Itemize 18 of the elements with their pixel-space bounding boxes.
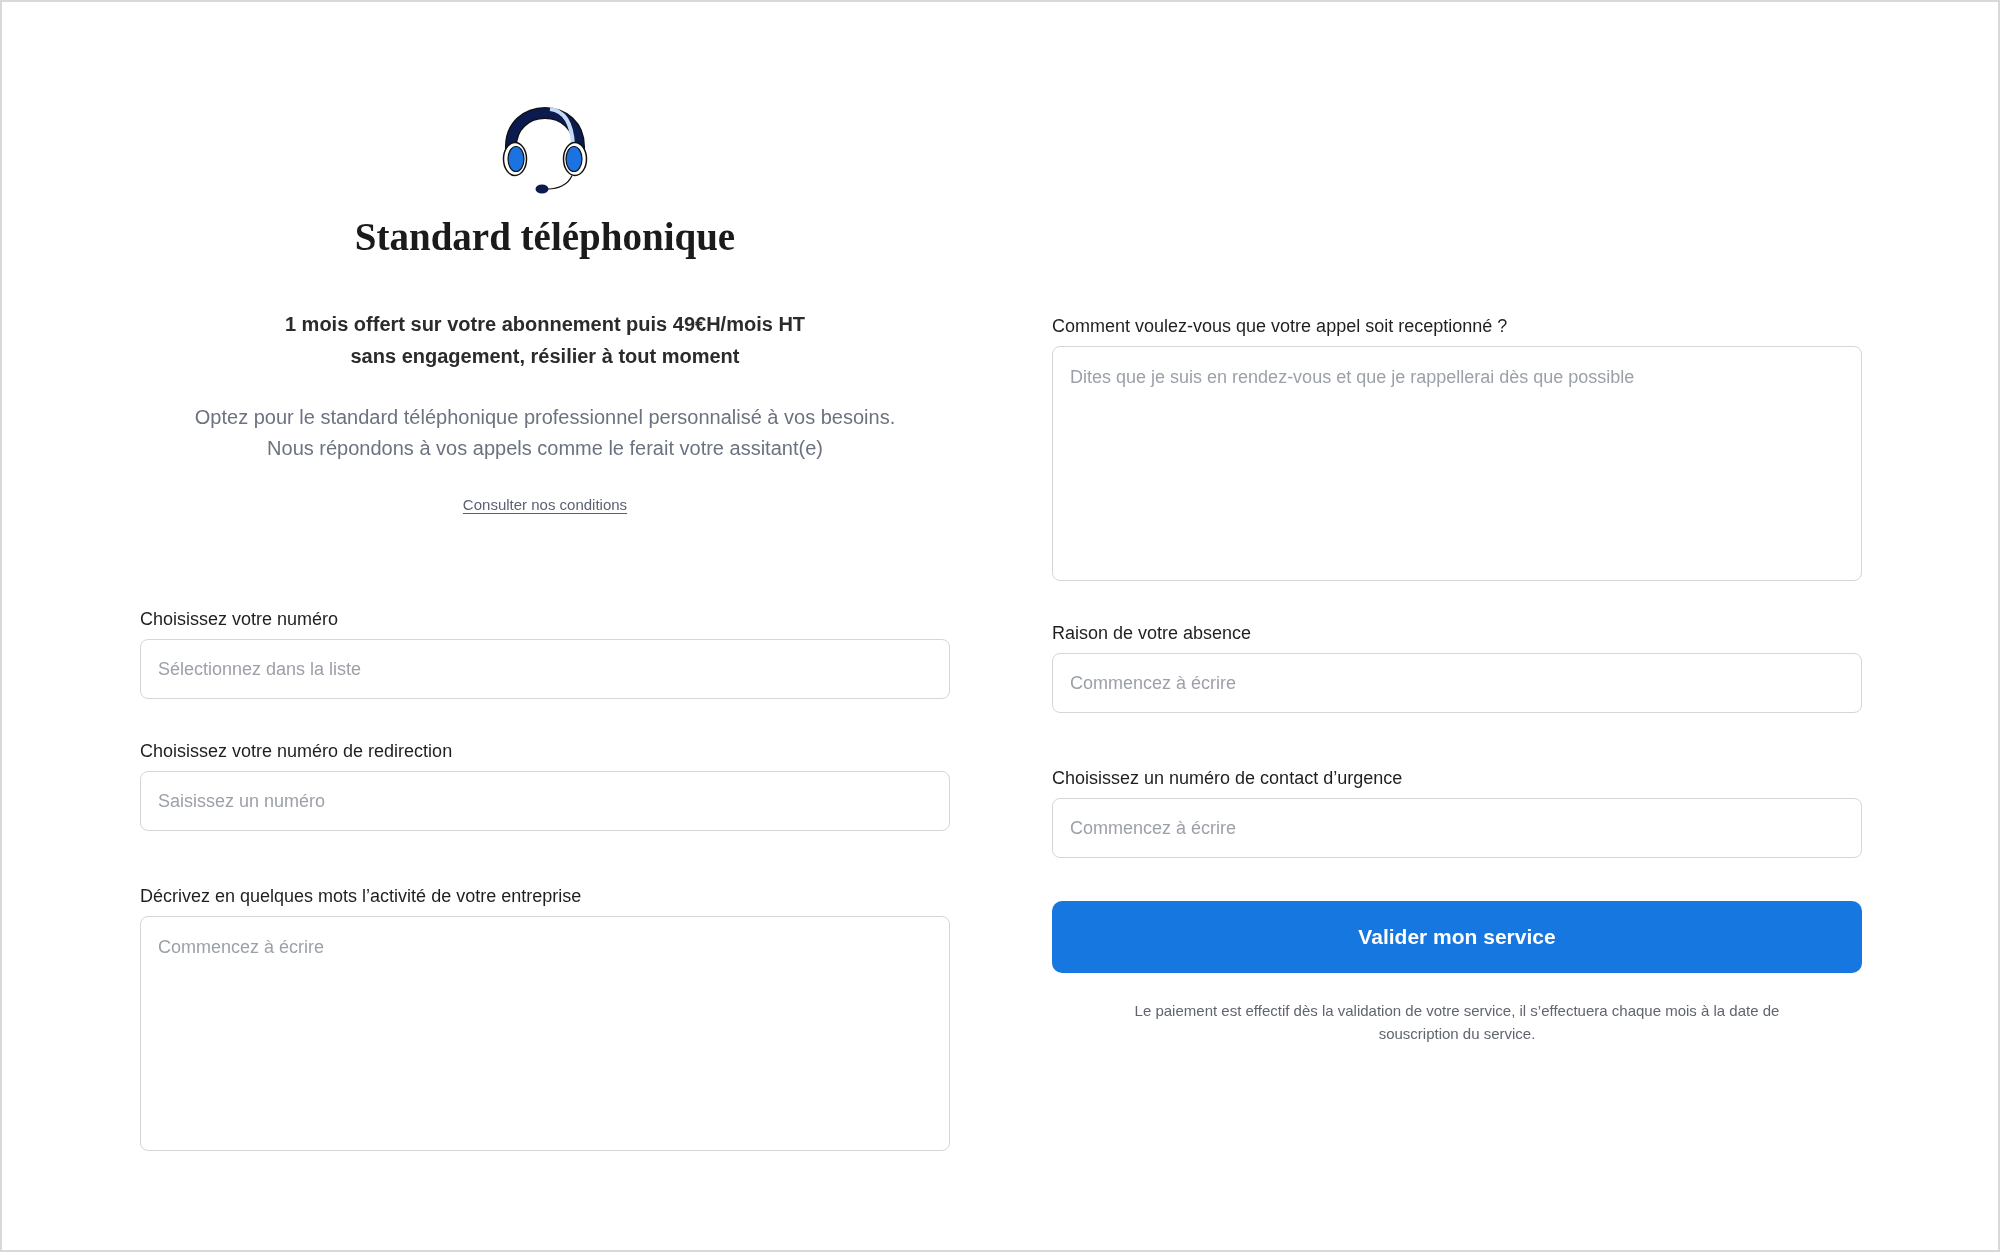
- input-field[interactable]: Commencez à écrire: [1052, 798, 1862, 858]
- field-label: Comment voulez-vous que votre appel soit receptionné ?: [1052, 315, 1509, 337]
- field-label: Décrivez en quelques mots l’activité de votre entreprise: [140, 885, 583, 907]
- input-field[interactable]: Commencez à écrire: [1052, 653, 1862, 713]
- input-field[interactable]: Saisissez un numéro: [140, 771, 950, 831]
- offer-text: 1 mois offert sur votre abonnement puis 49€H/mois HT sans engagement, résilier à tout moment: [284, 312, 806, 369]
- input-field[interactable]: Sélectionnez dans la liste: [140, 639, 950, 699]
- field-label: Choisissez un numéro de contact d’urgence: [1052, 767, 1404, 789]
- conditions-link[interactable]: Consulter nos conditions: [462, 496, 628, 513]
- submit-button[interactable]: Valider mon service: [1052, 901, 1862, 973]
- field-label: Raison de votre absence: [1052, 622, 1253, 644]
- field-label: Choisissez votre numéro de redirection: [140, 740, 454, 762]
- payment-note: Le paiement est effectif dès la validation de votre service, il s’effectuera chaque mois à la date de souscription du service.: [1133, 1001, 1781, 1044]
- field-label: Choisissez votre numéro: [140, 608, 340, 630]
- description-text: Optez pour le standard téléphonique professionnel personnalisé à vos besoins. Nous répondons à vos appels comme le ferait votre assitant(e): [194, 405, 896, 461]
- page-title: Standard téléphonique: [354, 215, 736, 259]
- text-area[interactable]: Commencez à écrire: [140, 916, 950, 1151]
- text-area[interactable]: Dites que je suis en rendez-vous et que je rappellerai dès que possible: [1052, 346, 1862, 581]
